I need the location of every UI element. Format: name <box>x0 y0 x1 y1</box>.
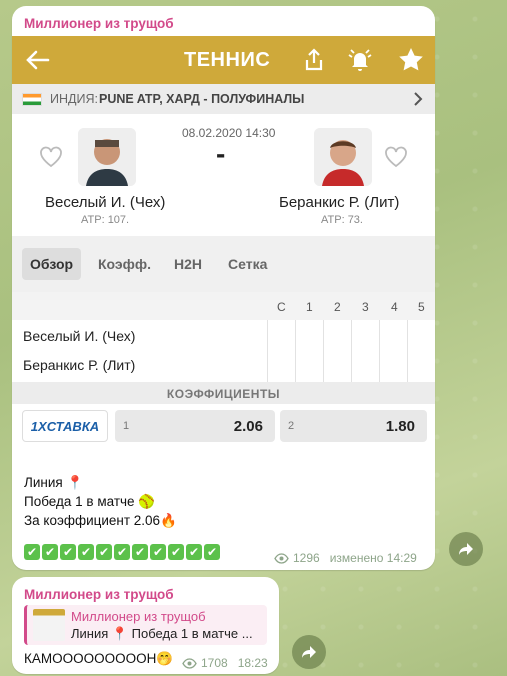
col-set-2: 2 <box>334 300 341 314</box>
text-line: Линия 📍 <box>24 475 84 490</box>
heart-icon <box>385 146 407 168</box>
score-table-body: Веселый И. (Чех) Беранкис Р. (Лит) <box>12 320 435 382</box>
attached-screenshot[interactable]: ТЕННИС ИНДИЯ: PUNE ATP, ХАРД - ПОЛУФИНАЛ… <box>12 36 435 471</box>
message-bubble[interactable]: Миллионер из трущоб Миллионер из трущоб … <box>12 577 279 674</box>
message-meta: 1296 изменено 14:29 <box>274 551 417 565</box>
text-line: Победа 1 в матче 🥎 <box>24 494 156 509</box>
odd-value: 1.80 <box>385 418 415 435</box>
check-mark-icon: ✔ <box>204 544 220 560</box>
check-mark-icon: ✔ <box>60 544 76 560</box>
odds-header: КОЭФФИЦИЕНТЫ <box>12 382 435 404</box>
match-tabs: Обзор Коэфф. H2H Сетка <box>12 236 435 292</box>
odd-option-2: 2 1.80 <box>280 410 427 442</box>
share-icon <box>305 48 323 71</box>
tab-h2h: H2H <box>174 256 203 272</box>
bell-icon <box>348 49 372 71</box>
column-divider <box>295 320 296 382</box>
player2-name: Беранкис Р. (Лит) <box>279 194 400 211</box>
star-icon <box>399 48 423 71</box>
check-mark-icon: ✔ <box>150 544 166 560</box>
check-mark-icon: ✔ <box>114 544 130 560</box>
player1-name: Веселый И. (Чех) <box>45 194 166 211</box>
odd-option-1: 1 2.06 <box>115 410 275 442</box>
column-divider <box>323 320 324 382</box>
view-count: 1708 <box>201 656 228 670</box>
column-divider <box>351 320 352 382</box>
tab-odds: Коэфф. <box>98 256 152 272</box>
sender-name[interactable]: Миллионер из трущоб <box>24 587 174 602</box>
league-tournament: PUNE ATP, ХАРД - ПОЛУФИНАЛЫ <box>99 92 305 106</box>
tab-bracket: Сетка <box>228 256 268 272</box>
reply-preview[interactable]: Миллионер из трущоб Линия 📍 Победа 1 в м… <box>24 605 267 645</box>
message-meta: 1708 18:23 <box>182 656 268 670</box>
heart-icon <box>40 146 62 168</box>
india-flag-icon <box>22 93 42 106</box>
col-set-3: 3 <box>362 300 369 314</box>
arrow-left-icon <box>26 50 50 70</box>
reply-sender: Миллионер из трущоб <box>71 609 206 624</box>
league-country: ИНДИЯ: <box>50 92 98 106</box>
player2-avatar <box>314 128 372 186</box>
view-count: 1296 <box>293 551 320 565</box>
message-text: КАМОООООООООН🤭 <box>24 651 174 666</box>
edited-time: изменено 14:29 <box>329 551 417 565</box>
chevron-right-icon <box>414 92 423 106</box>
column-divider <box>267 320 268 382</box>
check-mark-icon: ✔ <box>132 544 148 560</box>
player1-avatar <box>78 128 136 186</box>
odd-label: 2 <box>288 420 295 432</box>
check-mark-icon: ✔ <box>42 544 58 560</box>
check-mark-icon: ✔ <box>78 544 94 560</box>
bookmaker-logo: 1XСТАВКА <box>22 410 108 442</box>
odds-row: 1XСТАВКА 1 2.06 2 1.80 <box>12 404 435 446</box>
text-line: За коэффициент 2.06🔥 <box>24 513 177 528</box>
eye-icon <box>182 657 197 669</box>
reply-thumbnail <box>33 609 65 641</box>
message-bubble[interactable]: Миллионер из трущоб ТЕННИС ИНДИЯ: PUNE A… <box>12 6 435 570</box>
message-time: 18:23 <box>237 656 268 670</box>
col-set-1: 1 <box>306 300 313 314</box>
match-score: - <box>216 138 226 169</box>
checkmark-emojis: ✔ ✔ ✔ ✔ ✔ ✔ ✔ ✔ ✔ ✔ ✔ <box>24 544 220 560</box>
sport-title: ТЕННИС <box>184 49 271 71</box>
check-mark-icon: ✔ <box>96 544 112 560</box>
app-topbar: ТЕННИС <box>12 36 435 84</box>
column-divider <box>407 320 408 382</box>
check-mark-icon: ✔ <box>24 544 40 560</box>
col-sets: С <box>277 300 286 314</box>
col-set-4: 4 <box>391 300 398 314</box>
eye-icon <box>274 552 289 564</box>
player2-rank: ATP: 73. <box>321 214 363 226</box>
check-mark-icon: ✔ <box>186 544 202 560</box>
sender-name[interactable]: Миллионер из трущоб <box>24 16 174 31</box>
forward-arrow-icon <box>302 646 316 658</box>
reply-text: Линия 📍 Победа 1 в матче ... <box>71 626 253 641</box>
forward-button[interactable] <box>449 532 483 566</box>
player1-rank: ATP: 107. <box>81 214 130 226</box>
odd-value: 2.06 <box>233 418 263 435</box>
forward-button[interactable] <box>292 635 326 669</box>
score-row-player2: Беранкис Р. (Лит) <box>23 357 136 373</box>
column-divider <box>379 320 380 382</box>
check-mark-icon: ✔ <box>168 544 184 560</box>
col-set-5: 5 <box>418 300 425 314</box>
score-table-header: С 1 2 3 4 5 <box>12 292 435 320</box>
tab-overview: Обзор <box>22 248 82 280</box>
odd-label: 1 <box>123 420 130 432</box>
match-datetime: 08.02.2020 14:30 <box>182 126 276 140</box>
league-bar: ИНДИЯ: PUNE ATP, ХАРД - ПОЛУФИНАЛЫ <box>12 84 435 114</box>
score-row-player1: Веселый И. (Чех) <box>23 328 136 344</box>
message-text: Линия 📍 Победа 1 в матче 🥎 За коэффициен… <box>24 473 177 530</box>
match-header: 08.02.2020 14:30 - Веселый И. (Чех) ATP:… <box>12 114 435 236</box>
forward-arrow-icon <box>459 543 473 555</box>
